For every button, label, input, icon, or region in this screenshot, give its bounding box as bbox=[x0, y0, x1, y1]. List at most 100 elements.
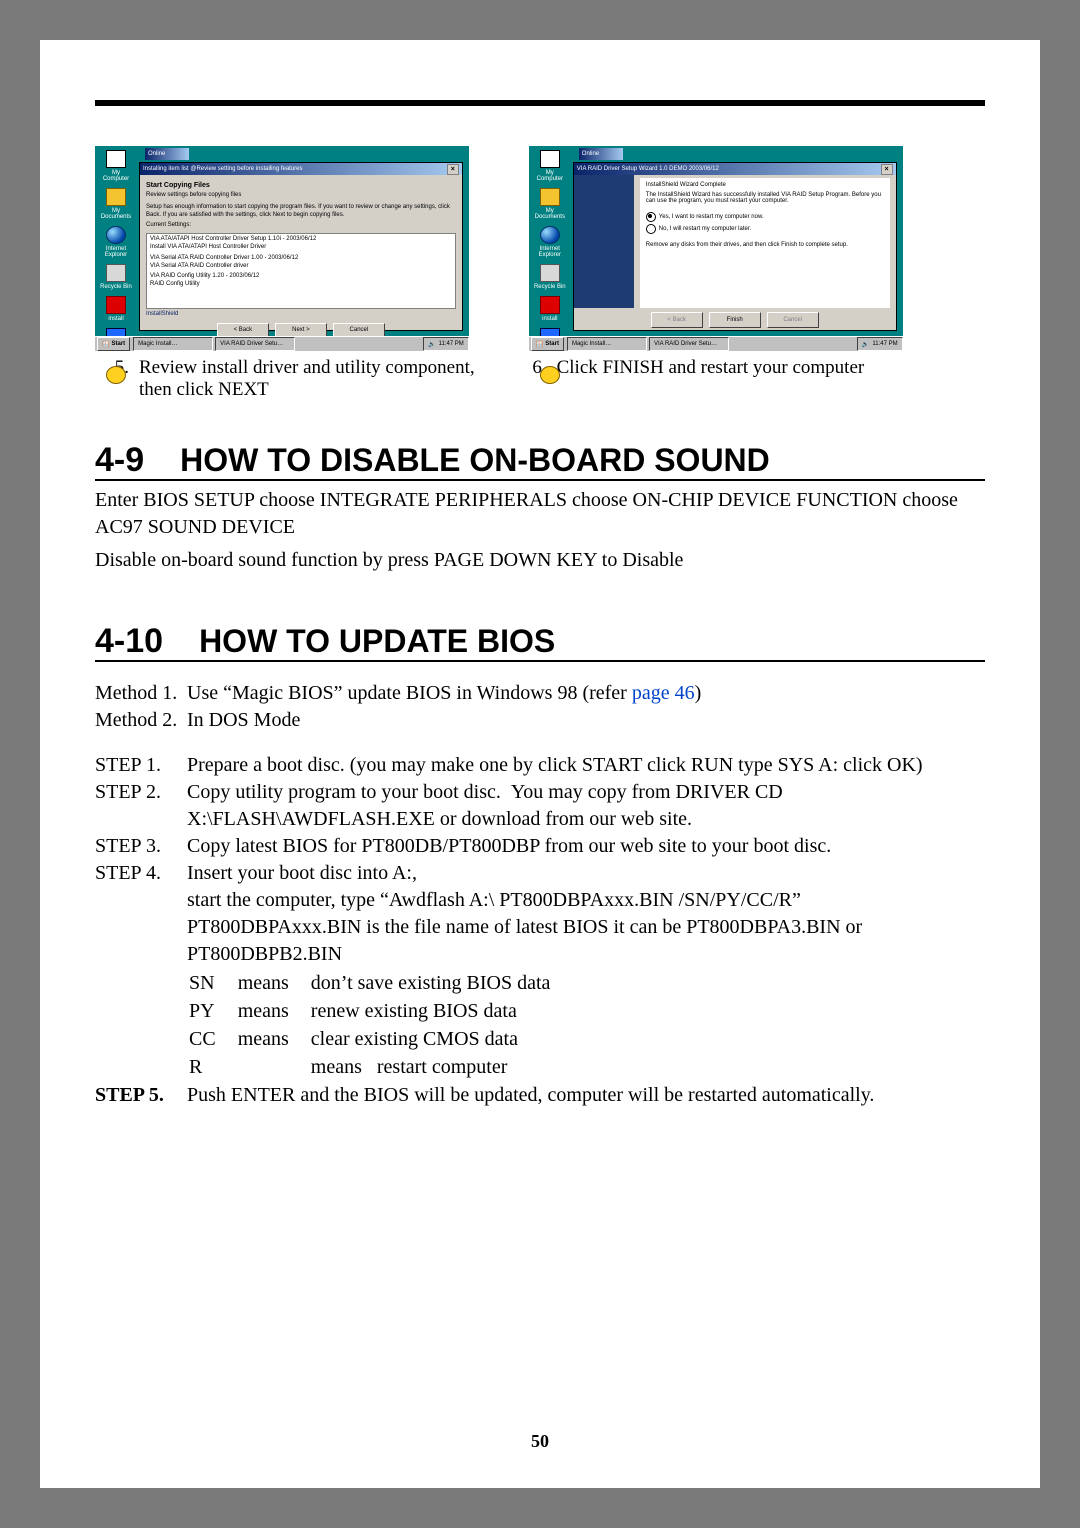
step-body: Prepare a boot disc. (you may make one b… bbox=[187, 752, 985, 779]
step-body: Insert your boot disc into A:, start the… bbox=[187, 860, 985, 1082]
label: Connect to the Internet bbox=[533, 386, 567, 398]
step-body: Copy latest BIOS for PT800DB/PT800DBP fr… bbox=[187, 833, 985, 860]
radio-restart-later[interactable]: No, I will restart my computer later. bbox=[646, 224, 884, 234]
ie-icon: Internet Explorer bbox=[533, 226, 567, 258]
description: The InstallShield Wizard has successfull… bbox=[646, 192, 884, 204]
desktop-icons: My Computer My Documents Internet Explor… bbox=[99, 150, 133, 398]
system-tray[interactable]: 🔊 11:47 PM bbox=[857, 337, 903, 351]
method-body: Use “Magic BIOS” update BIOS in Windows … bbox=[187, 680, 985, 707]
label: Internet Explorer bbox=[533, 246, 567, 258]
flag-means: means bbox=[311, 1056, 362, 1078]
taskbar-app[interactable]: Magic Install… bbox=[567, 337, 647, 351]
label: My Documents bbox=[99, 208, 133, 220]
caption-text: Review install driver and utility compon… bbox=[135, 353, 513, 401]
step-label: STEP 1. bbox=[95, 752, 187, 779]
radio-restart-now[interactable]: Yes, I want to restart my computer now. bbox=[646, 212, 884, 222]
window-body: Start Copying Files Review settings befo… bbox=[140, 175, 462, 345]
label: Start bbox=[545, 341, 559, 347]
connect-icon: Connect to the Internet bbox=[99, 366, 133, 398]
label: No, I will restart my computer later. bbox=[659, 226, 751, 232]
label: Recycle Bin bbox=[534, 284, 566, 290]
step-label: STEP 2. bbox=[95, 779, 187, 833]
line: Insert your boot disc into A:, bbox=[187, 860, 985, 887]
description: Setup has enough information to start co… bbox=[146, 204, 456, 220]
win98-desktop-left: My Computer My Documents Internet Explor… bbox=[95, 146, 469, 351]
step-label: STEP 4. bbox=[95, 860, 187, 1082]
online-window: Online bbox=[145, 148, 189, 160]
section-number: 4-10 bbox=[95, 624, 163, 658]
flag-means: means bbox=[238, 970, 309, 996]
label: Start bbox=[111, 341, 125, 347]
label: Yes, I want to restart my computer now. bbox=[659, 214, 764, 220]
recycle-bin-icon: Recycle Bin bbox=[533, 264, 567, 290]
taskbar-app[interactable]: VIA RAID Driver Setu… bbox=[215, 337, 295, 351]
text: ) bbox=[695, 682, 702, 704]
current-settings-label: Current Settings: bbox=[146, 222, 456, 230]
paragraph: Disable on-board sound function by press… bbox=[95, 547, 985, 574]
screenshot-left-column: My Computer My Documents Internet Explor… bbox=[95, 146, 469, 351]
list-item: VIA Serial ATA RAID Controller Driver 1.… bbox=[150, 255, 452, 263]
installshield-brand: InstallShield bbox=[146, 311, 456, 319]
label: My Documents bbox=[533, 208, 567, 220]
taskbar: 🪟 Start Magic Install… VIA RAID Driver S… bbox=[95, 336, 469, 351]
label: Connect to the Internet bbox=[99, 386, 133, 398]
list-item: VIA RAID Config Utility 1.20 - 2003/06/1… bbox=[150, 273, 452, 281]
win98-desktop-right: My Computer My Documents Internet Explor… bbox=[529, 146, 903, 351]
settings-listbox[interactable]: VIA ATA/ATAPI Host Controller Driver Set… bbox=[146, 233, 456, 309]
list-item: RAID Config Utility bbox=[150, 281, 452, 289]
step-list: STEP 1.Prepare a boot disc. (you may mak… bbox=[95, 752, 985, 1109]
label: Internet Explorer bbox=[99, 246, 133, 258]
screenshot-right-column: My Computer My Documents Internet Explor… bbox=[529, 146, 903, 351]
installer-window: VIA RAID Driver Setup Wizard 1.0 DEMO 20… bbox=[573, 162, 897, 331]
system-tray[interactable]: 🔊 11:47 PM bbox=[423, 337, 469, 351]
paragraph: Enter BIOS SETUP choose INTEGRATE PERIPH… bbox=[95, 487, 985, 541]
method-body: In DOS Mode bbox=[187, 707, 985, 734]
taskbar-app[interactable]: Magic Install… bbox=[133, 337, 213, 351]
step-body: Copy utility program to your boot disc. … bbox=[187, 779, 985, 833]
section-number: 4-9 bbox=[95, 443, 144, 477]
method-list: Method 1. Use “Magic BIOS” update BIOS i… bbox=[95, 680, 985, 734]
section-title: HOW TO UPDATE BIOS bbox=[199, 625, 555, 657]
label: install bbox=[542, 316, 557, 322]
titlebar: Installing item list @Review setting bef… bbox=[140, 163, 462, 175]
window-body: InstallShield Wizard Complete The Instal… bbox=[640, 178, 890, 308]
connect-icon: Connect to the Internet bbox=[533, 366, 567, 398]
step-label: STEP 5. bbox=[95, 1082, 187, 1109]
flag-code: R bbox=[189, 1054, 236, 1080]
line: PT800DBPAxxx.BIN is the file name of lat… bbox=[187, 914, 985, 968]
back-button: < Back bbox=[651, 312, 703, 328]
subheader: Review settings before copying files bbox=[146, 192, 456, 200]
ie-icon: Internet Explorer bbox=[99, 226, 133, 258]
line: start the computer, type “Awdflash A:\ P… bbox=[187, 887, 985, 914]
close-icon[interactable]: × bbox=[447, 164, 459, 175]
page-link[interactable]: page 46 bbox=[632, 682, 695, 704]
my-computer-icon: My Computer bbox=[99, 150, 133, 182]
start-button[interactable]: 🪟 Start bbox=[531, 337, 564, 351]
section-heading-4-9: 4-9 HOW TO DISABLE ON-BOARD SOUND bbox=[95, 443, 985, 481]
header: Start Copying Files bbox=[146, 179, 456, 192]
method-label: Method 1. bbox=[95, 680, 187, 707]
close-icon[interactable]: × bbox=[881, 164, 893, 175]
list-item: Install VIA ATA/ATAPI Host Controller Dr… bbox=[150, 244, 452, 252]
flag-code: CC bbox=[189, 1026, 236, 1052]
titlebar: VIA RAID Driver Setup Wizard 1.0 DEMO 20… bbox=[574, 163, 896, 175]
my-docs-icon: My Documents bbox=[99, 188, 133, 220]
radio-icon bbox=[646, 224, 656, 234]
flag-code: PY bbox=[189, 998, 236, 1024]
desktop-icons: My Computer My Documents Internet Explor… bbox=[533, 150, 567, 398]
my-docs-icon: My Documents bbox=[533, 188, 567, 220]
radio-icon bbox=[646, 212, 656, 222]
text: Use “Magic BIOS” update BIOS in Windows … bbox=[187, 682, 632, 704]
start-button[interactable]: 🪟 Start bbox=[97, 337, 130, 351]
recycle-bin-icon: Recycle Bin bbox=[99, 264, 133, 290]
page-number: 50 bbox=[40, 1431, 1040, 1452]
taskbar-app[interactable]: VIA RAID Driver Setu… bbox=[649, 337, 729, 351]
titlebar-text: Installing item list @Review setting bef… bbox=[143, 166, 303, 172]
section-heading-4-10: 4-10 HOW TO UPDATE BIOS bbox=[95, 624, 985, 662]
button-row: < Back Finish Cancel bbox=[574, 308, 896, 330]
step-label: STEP 3. bbox=[95, 833, 187, 860]
screenshot-row: My Computer My Documents Internet Explor… bbox=[95, 146, 985, 351]
finish-button[interactable]: Finish bbox=[709, 312, 761, 328]
page: My Computer My Documents Internet Explor… bbox=[40, 40, 1040, 1488]
tip-text: Remove any disks from their drives, and … bbox=[646, 242, 884, 248]
